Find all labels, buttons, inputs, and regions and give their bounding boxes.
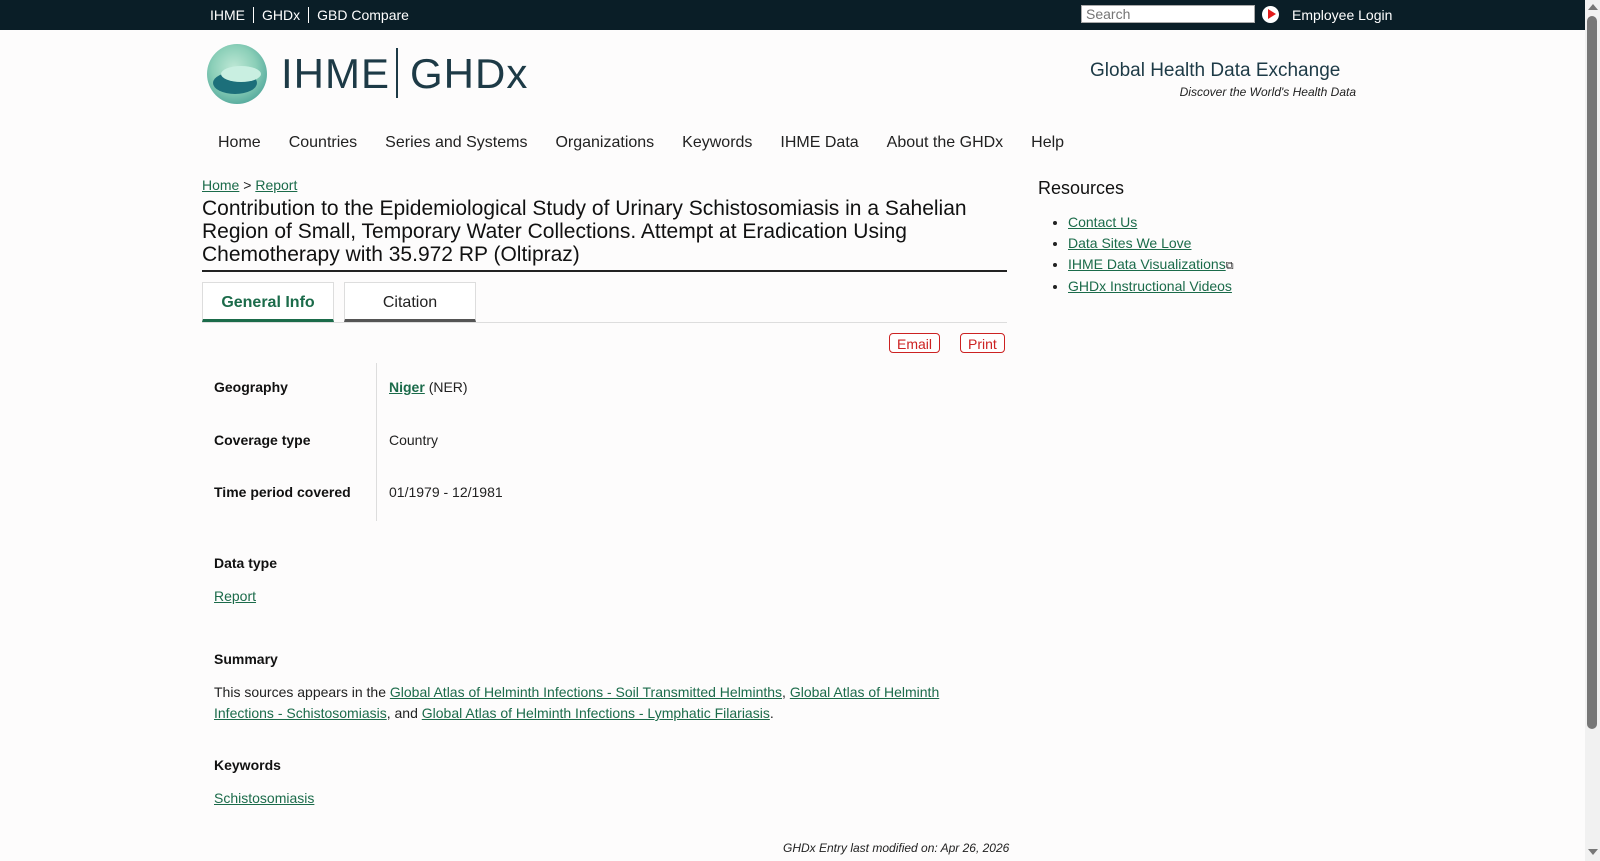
summary-sep2: , and bbox=[386, 705, 422, 721]
resources-list: Contact Us Data Sites We Love IHME Data … bbox=[1038, 214, 1234, 299]
summary-label: Summary bbox=[214, 651, 278, 667]
summary-intro: This sources appears in the bbox=[214, 684, 390, 700]
email-button[interactable]: Email bbox=[889, 333, 941, 353]
nav-about[interactable]: About the GHDx bbox=[887, 134, 1004, 151]
top-link-gbd-compare[interactable]: GBD Compare bbox=[308, 7, 417, 23]
coverage-type-value: Country bbox=[389, 432, 439, 448]
keywords-label: Keywords bbox=[214, 757, 281, 773]
brand-divider bbox=[396, 48, 398, 98]
resource-item: GHDx Instructional Videos bbox=[1068, 278, 1234, 294]
summary-link-soil[interactable]: Global Atlas of Helminth Infections - So… bbox=[390, 684, 782, 700]
external-link-icon: ⧉ bbox=[1225, 260, 1234, 272]
breadcrumb-home[interactable]: Home bbox=[202, 177, 239, 193]
keyword-link[interactable]: Schistosomiasis bbox=[214, 790, 314, 806]
ihme-logo-icon[interactable] bbox=[207, 44, 267, 104]
employee-login-link[interactable]: Employee Login bbox=[1292, 7, 1392, 23]
data-type-label: Data type bbox=[214, 555, 278, 571]
time-period-label: Time period covered bbox=[214, 484, 351, 500]
resource-item: IHME Data Visualizations⧉ bbox=[1068, 256, 1234, 273]
brand-ihme[interactable]: IHME bbox=[281, 50, 390, 98]
tab-citation[interactable]: Citation bbox=[344, 282, 476, 322]
nav-keywords[interactable]: Keywords bbox=[682, 134, 752, 151]
resource-ihme-viz[interactable]: IHME Data Visualizations bbox=[1068, 256, 1226, 272]
geography-code: (NER) bbox=[428, 379, 468, 395]
top-link-ihme[interactable]: IHME bbox=[210, 7, 253, 23]
data-type-link[interactable]: Report bbox=[214, 588, 256, 604]
geography-label: Geography bbox=[214, 379, 288, 395]
breadcrumb: Home > Report bbox=[202, 177, 297, 193]
summary-link-filariasis[interactable]: Global Atlas of Helminth Infections - Ly… bbox=[422, 705, 770, 721]
last-modified: GHDx Entry last modified on: Apr 26, 202… bbox=[783, 841, 1010, 855]
nav-home[interactable]: Home bbox=[218, 134, 261, 151]
geography-value: Niger (NER) bbox=[389, 379, 468, 395]
main-nav: Home Countries Series and Systems Organizat… bbox=[218, 134, 1092, 152]
site-tagline: Global Health Data Exchange bbox=[1090, 60, 1341, 81]
site-tagline-sub: Discover the World's Health Data bbox=[1179, 85, 1356, 99]
page-title: Contribution to the Epidemiological Stud… bbox=[202, 197, 967, 266]
top-utility-bar: IHMEGHDxGBD Compare Employee Login bbox=[0, 0, 1585, 30]
nav-countries[interactable]: Countries bbox=[289, 134, 357, 151]
scrollbar-thumb[interactable] bbox=[1587, 16, 1597, 729]
resource-item: Data Sites We Love bbox=[1068, 235, 1234, 251]
coverage-type-label: Coverage type bbox=[214, 432, 311, 448]
page-scrollbar[interactable] bbox=[1585, 0, 1600, 861]
resource-data-sites[interactable]: Data Sites We Love bbox=[1068, 235, 1191, 251]
summary-text: This sources appears in the Global Atlas… bbox=[214, 682, 944, 724]
top-links: IHME GHDx GBD Compare bbox=[210, 7, 417, 23]
brand-ghdx[interactable]: GHDx bbox=[410, 50, 528, 98]
top-link-ghdx[interactable]: GHDx bbox=[253, 7, 309, 23]
nav-series-systems[interactable]: Series and Systems bbox=[385, 134, 527, 151]
tabs-divider bbox=[202, 322, 1007, 323]
summary-end: . bbox=[769, 705, 774, 721]
nav-help[interactable]: Help bbox=[1031, 134, 1064, 151]
print-button[interactable]: Print bbox=[960, 333, 1005, 353]
search-go-icon[interactable] bbox=[1262, 6, 1279, 23]
breadcrumb-separator: > bbox=[243, 177, 252, 193]
title-divider bbox=[202, 270, 1007, 272]
resource-item: Contact Us bbox=[1068, 214, 1234, 230]
resources-title: Resources bbox=[1038, 178, 1125, 198]
resource-contact-us[interactable]: Contact Us bbox=[1068, 214, 1137, 230]
time-period-value: 01/1979 - 12/1981 bbox=[389, 484, 503, 500]
summary-sep1: , bbox=[782, 684, 790, 700]
nav-organizations[interactable]: Organizations bbox=[555, 134, 654, 151]
resource-videos[interactable]: GHDx Instructional Videos bbox=[1068, 278, 1232, 294]
scroll-down-icon[interactable] bbox=[1588, 849, 1598, 855]
scroll-up-icon[interactable] bbox=[1588, 4, 1598, 10]
nav-ihme-data[interactable]: IHME Data bbox=[780, 134, 858, 151]
fields-divider bbox=[376, 363, 377, 521]
tab-general-info[interactable]: General Info bbox=[202, 282, 334, 322]
geography-link[interactable]: Niger bbox=[389, 379, 425, 395]
search-input[interactable] bbox=[1081, 5, 1255, 23]
breadcrumb-report[interactable]: Report bbox=[255, 177, 297, 193]
